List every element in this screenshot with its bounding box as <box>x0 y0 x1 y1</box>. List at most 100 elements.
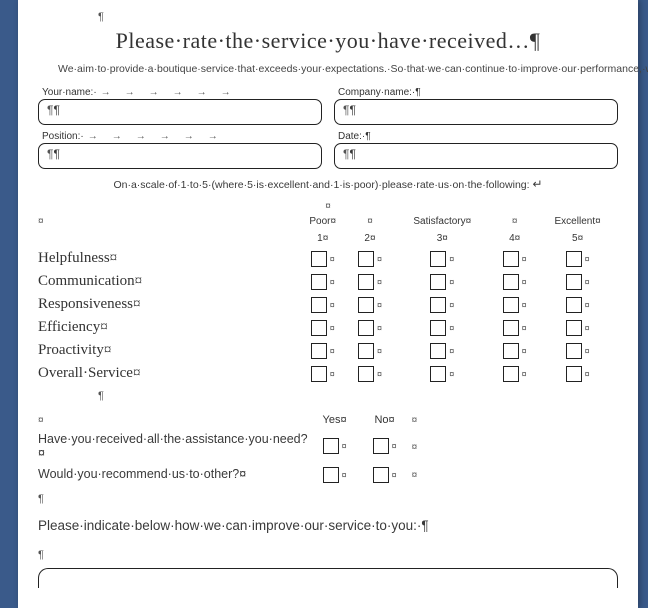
rating-checkbox[interactable] <box>311 343 327 359</box>
mid-pilcrow: ¶ <box>38 387 618 403</box>
improve-textarea[interactable] <box>38 568 618 588</box>
cell-mark: ¤ <box>330 277 335 287</box>
position-label: Position:· <box>42 131 84 142</box>
rating-checkbox[interactable] <box>430 320 446 336</box>
rating-row-label: Overall·Service¤ <box>38 362 298 385</box>
rating-checkbox[interactable] <box>358 343 374 359</box>
rating-checkbox[interactable] <box>311 366 327 382</box>
rating-grid: ¤ Poor¤ ¤ Satisfactory¤ ¤ Excellent¤ 1¤ … <box>38 213 618 385</box>
cell-mark: ¤ <box>377 369 382 379</box>
cell-mark: ¤ <box>449 277 454 287</box>
rating-row: Overall·Service¤¤¤¤¤¤ <box>38 362 618 385</box>
rating-checkbox[interactable] <box>566 366 582 382</box>
field-date: Date:·¶ ¶ <box>334 131 618 169</box>
yn-checkbox[interactable] <box>323 467 339 483</box>
yn-cell: ¤ <box>310 463 360 486</box>
rating-cell: ¤ <box>537 270 618 293</box>
cell-mark: ¤ <box>412 470 418 481</box>
cell-mark: ¤ <box>392 441 397 451</box>
header-poor: Poor¤ <box>298 213 347 230</box>
cell-mark: ¤ <box>585 277 590 287</box>
cell-mark: ¤ <box>412 442 418 453</box>
rating-checkbox[interactable] <box>430 251 446 267</box>
rating-cell: ¤ <box>492 316 537 339</box>
position-input[interactable]: ¶ <box>38 143 322 169</box>
company-input[interactable]: ¶ <box>334 99 618 125</box>
cell-mark: ¤ <box>585 300 590 310</box>
corner-mark: ¤ <box>38 216 44 227</box>
rating-checkbox[interactable] <box>503 366 519 382</box>
rating-checkbox[interactable] <box>311 251 327 267</box>
rating-checkbox[interactable] <box>503 343 519 359</box>
tab-marks: →→→→→→ <box>97 87 245 98</box>
rating-cell: ¤ <box>298 293 347 316</box>
cell-mark: ¤ <box>330 300 335 310</box>
cell-mark: ¤ <box>330 254 335 264</box>
rating-checkbox[interactable] <box>566 343 582 359</box>
cell-mark: ¤ <box>522 277 527 287</box>
cell-mark: ¤ <box>449 346 454 356</box>
cell-mark: ¤ <box>449 323 454 333</box>
fields-row-1: Your·name:·→→→→→→ ¶ Company·name:·¶ ¶ <box>38 87 618 125</box>
header-excellent: Excellent¤ <box>537 213 618 230</box>
rating-checkbox[interactable] <box>311 320 327 336</box>
rating-checkbox[interactable] <box>566 274 582 290</box>
rating-checkbox[interactable] <box>311 274 327 290</box>
field-position: Position:·→→→→→→ ¶ <box>38 131 322 169</box>
rating-checkbox[interactable] <box>358 251 374 267</box>
rating-row: Responsiveness¤¤¤¤¤¤ <box>38 293 618 316</box>
date-input[interactable]: ¶ <box>334 143 618 169</box>
rating-checkbox[interactable] <box>503 297 519 313</box>
yn-cell: ¤ <box>360 429 410 463</box>
rating-cell: ¤ <box>492 247 537 270</box>
rating-checkbox[interactable] <box>430 366 446 382</box>
rating-cell: ¤ <box>537 247 618 270</box>
cell-mark: ¤ <box>392 470 397 480</box>
header-3: 3¤ <box>393 230 493 247</box>
page-title: Please·rate·the·service·you·have·receive… <box>38 28 618 54</box>
cell-mark: ¤ <box>330 346 335 356</box>
your-name-label: Your·name:· <box>42 87 97 98</box>
yn-checkbox[interactable] <box>323 438 339 454</box>
intro-text: We·aim·to·provide·a·boutique·service·tha… <box>58 62 598 77</box>
tab-marks-2: →→→→→→ <box>84 131 232 142</box>
rating-checkbox[interactable] <box>566 297 582 313</box>
rating-checkbox[interactable] <box>503 274 519 290</box>
rating-checkbox[interactable] <box>430 274 446 290</box>
rating-checkbox[interactable] <box>430 297 446 313</box>
rating-checkbox[interactable] <box>430 343 446 359</box>
rating-checkbox[interactable] <box>566 320 582 336</box>
rating-checkbox[interactable] <box>566 251 582 267</box>
rating-checkbox[interactable] <box>311 297 327 313</box>
cell-mark: ¤ <box>522 254 527 264</box>
rating-row: Proactivity¤¤¤¤¤¤ <box>38 339 618 362</box>
header-yes: Yes¤ <box>310 411 360 429</box>
cell-mark: ¤ <box>522 300 527 310</box>
cell-mark: ¤ <box>522 346 527 356</box>
yn-checkbox[interactable] <box>373 467 389 483</box>
rating-cell: ¤ <box>393 247 493 270</box>
leading-pilcrow: ¶ <box>38 8 618 24</box>
rating-cell: ¤ <box>393 293 493 316</box>
rating-checkbox[interactable] <box>358 366 374 382</box>
company-label: Company·name:·¶ <box>334 87 618 98</box>
cell-mark: ¤ <box>585 346 590 356</box>
rating-cell: ¤ <box>298 247 347 270</box>
rating-checkbox[interactable] <box>503 320 519 336</box>
rating-header-labels: ¤ Poor¤ ¤ Satisfactory¤ ¤ Excellent¤ <box>38 213 618 230</box>
your-name-input[interactable]: ¶ <box>38 99 322 125</box>
rating-checkbox[interactable] <box>503 251 519 267</box>
rating-cell: ¤ <box>492 339 537 362</box>
yn-row-label: Have·you·received·all·the·assistance·you… <box>38 429 310 463</box>
yn-checkbox[interactable] <box>373 438 389 454</box>
rating-checkbox[interactable] <box>358 274 374 290</box>
rating-cell: ¤ <box>537 293 618 316</box>
mid-pilcrow-2: ¶ <box>38 490 618 506</box>
rating-cell: ¤ <box>347 316 392 339</box>
rating-cell: ¤ <box>298 270 347 293</box>
rating-cell: ¤ <box>298 316 347 339</box>
yes-no-grid: ¤ Yes¤ No¤ ¤ Have·you·received·all·the·a… <box>38 411 618 486</box>
spacer-mark: ¤ <box>38 197 618 213</box>
rating-checkbox[interactable] <box>358 297 374 313</box>
rating-checkbox[interactable] <box>358 320 374 336</box>
